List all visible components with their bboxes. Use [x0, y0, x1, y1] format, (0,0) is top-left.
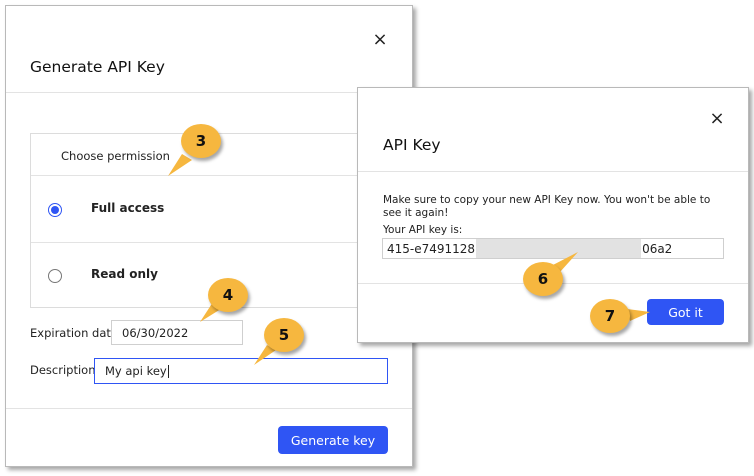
api-key-field[interactable]: 415-e7491128 06a2 — [382, 238, 724, 259]
redaction-bar — [476, 239, 642, 258]
description-value: My api key — [105, 364, 167, 378]
permission-option-full-access[interactable]: Full access — [31, 176, 412, 242]
divider — [358, 171, 748, 172]
option-label: Full access — [91, 201, 165, 215]
dialog-title: API Key — [383, 136, 441, 154]
radio-full-access[interactable] — [48, 203, 62, 217]
callout-7: 7 — [590, 299, 630, 333]
generate-key-button[interactable]: Generate key — [278, 426, 388, 454]
radio-read-only[interactable] — [48, 269, 62, 283]
got-it-button[interactable]: Got it — [647, 299, 724, 325]
expiration-date-input[interactable]: 06/30/2022 — [111, 320, 243, 345]
callout-5: 5 — [264, 318, 304, 352]
description-input[interactable]: My api key — [94, 358, 388, 384]
generate-api-key-dialog: × Generate API Key Choose permission Ful… — [5, 5, 413, 467]
api-key-dialog: × API Key Make sure to copy your new API… — [357, 87, 749, 343]
close-icon[interactable]: × — [371, 31, 389, 49]
callout-3: 3 — [181, 124, 221, 158]
text-cursor — [167, 364, 169, 378]
divider — [6, 92, 412, 93]
divider — [6, 408, 412, 409]
description-label: Description: — [30, 363, 100, 377]
option-label: Read only — [91, 267, 158, 281]
api-key-message: Make sure to copy your new API Key now. … — [383, 194, 711, 219]
dialog-title: Generate API Key — [30, 58, 165, 76]
callout-4: 4 — [208, 278, 248, 312]
permission-header: Choose permission — [61, 149, 170, 163]
api-key-prefix: 415-e7491128 — [387, 241, 476, 256]
api-key-label: Your API key is: — [383, 224, 463, 236]
api-key-suffix: 06a2 — [642, 241, 673, 256]
callout-6: 6 — [523, 262, 563, 296]
close-icon[interactable]: × — [708, 110, 726, 128]
expiration-label: Expiration date: — [30, 326, 122, 340]
